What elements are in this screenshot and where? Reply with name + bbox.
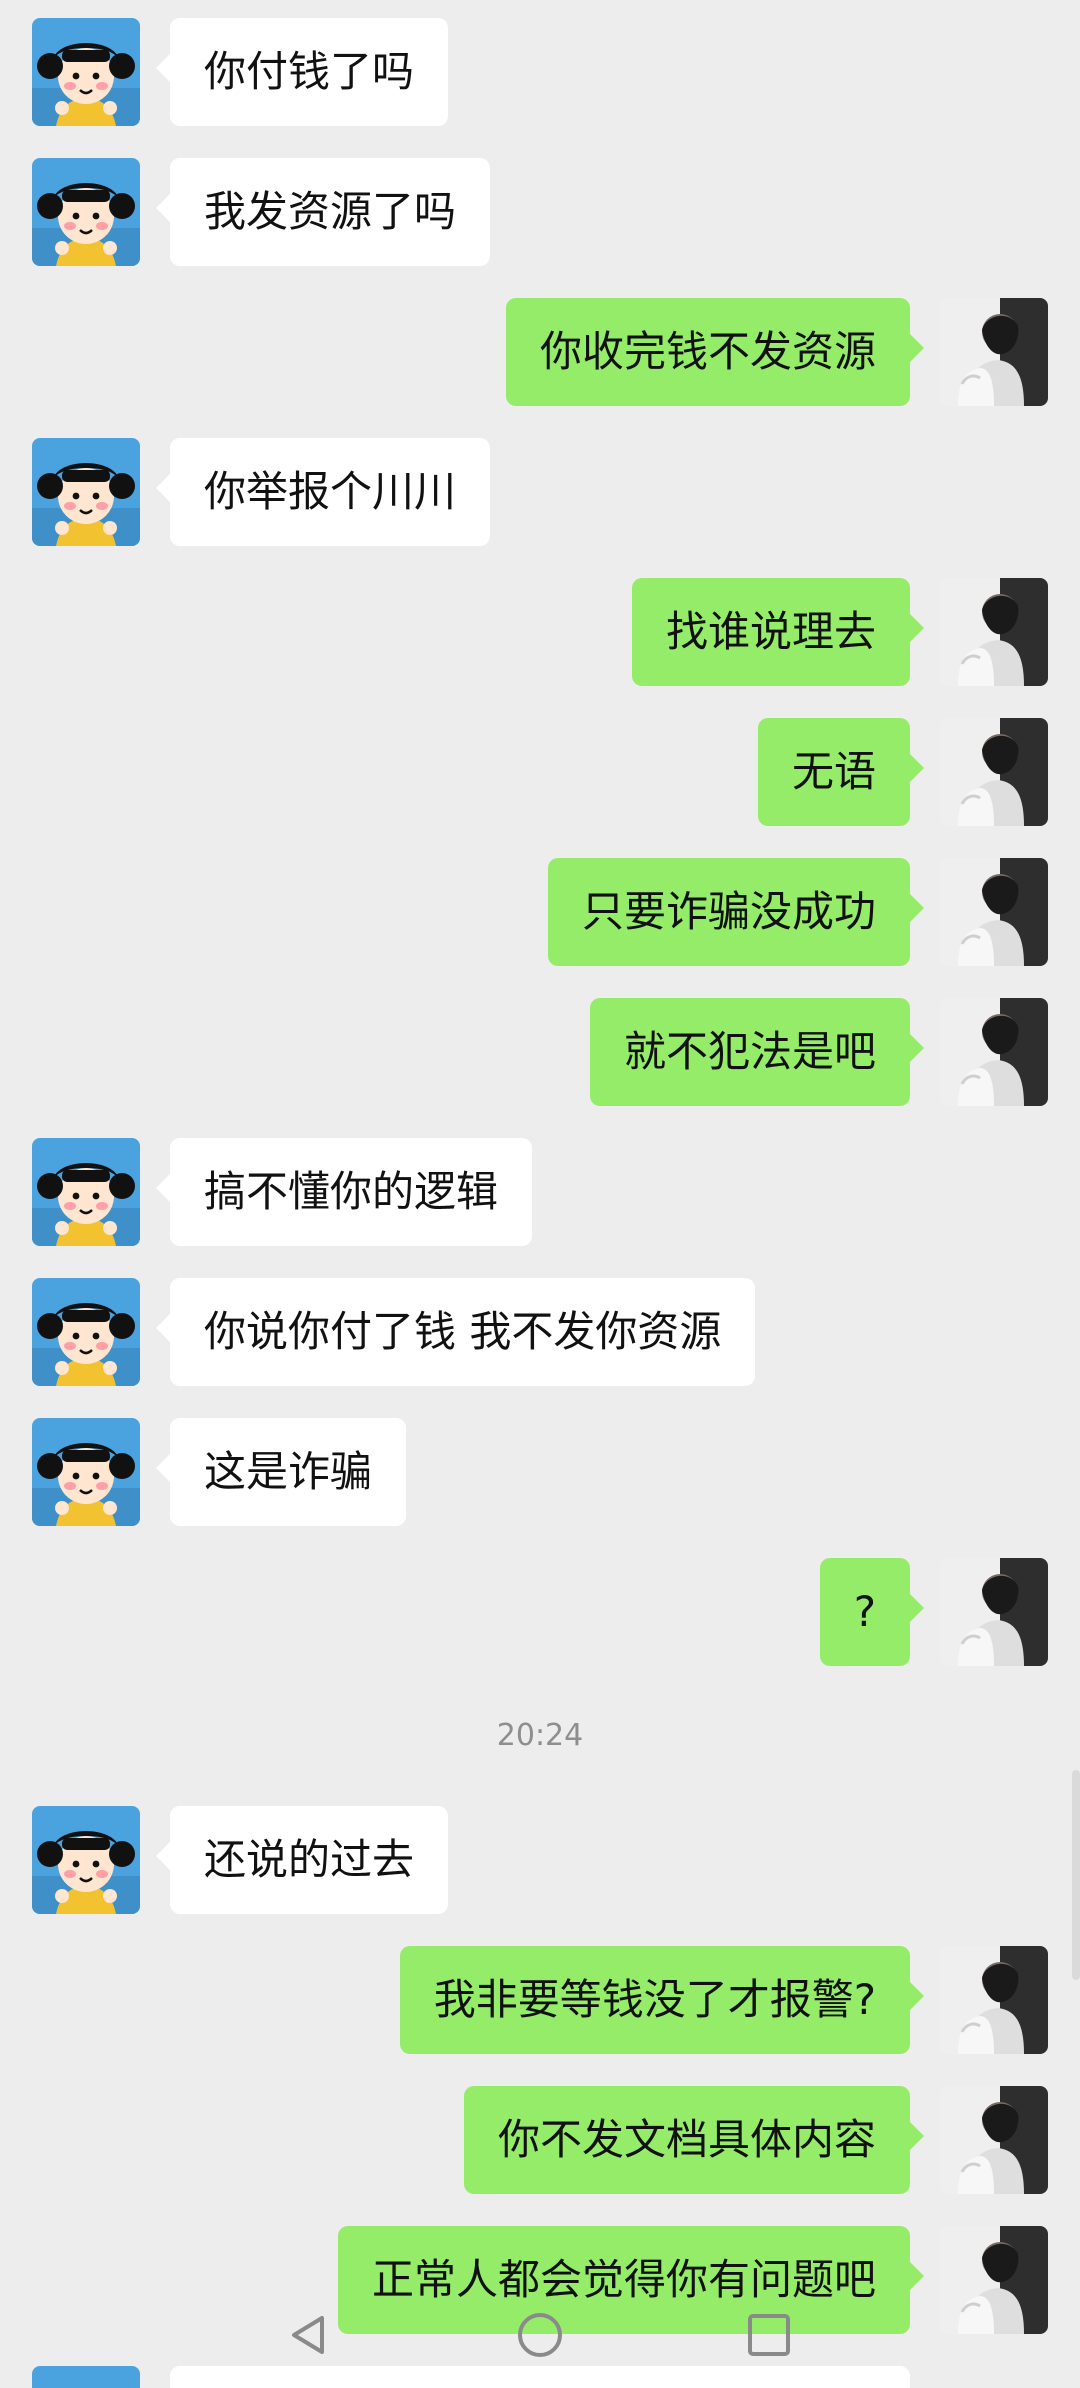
cartoon-girl-avatar-icon [32, 2366, 140, 2388]
message-row-outgoing: 你不发文档具体内容 [0, 2086, 1080, 2194]
message-bubble-incoming[interactable]: 你举报个川川 [155, 438, 491, 546]
message-bubble-incoming[interactable]: 你付钱了吗 [155, 18, 449, 126]
self-avatar[interactable] [940, 998, 1048, 1106]
cartoon-girl-avatar-icon [32, 18, 140, 126]
message-row-outgoing: 只要诈骗没成功 [0, 858, 1080, 966]
self-avatar[interactable] [940, 2226, 1048, 2334]
chat-area[interactable]: 你付钱了吗 我发资源了吗 你收完钱不发资源 你举报个川川 找谁说理去 无语 只要… [0, 0, 1080, 2388]
contact-avatar[interactable] [32, 18, 140, 126]
message-bubble-incoming[interactable]: 我发资源了吗 [155, 158, 491, 266]
message-row-incoming: 我发资源了吗 [0, 158, 1080, 266]
message-bubble-outgoing[interactable]: 找谁说理去 [631, 578, 925, 686]
scrollbar[interactable] [1072, 1770, 1080, 1980]
circle-home-icon [505, 2300, 575, 2370]
message-bubble-incoming[interactable]: 你说你付了钱 我不发你资源 [155, 1278, 756, 1386]
profile-photo-avatar-icon [940, 998, 1048, 1106]
self-avatar[interactable] [940, 858, 1048, 966]
contact-avatar[interactable] [32, 158, 140, 266]
self-avatar[interactable] [940, 298, 1048, 406]
message-row-outgoing: 无语 [0, 718, 1080, 826]
profile-photo-avatar-icon [940, 2086, 1048, 2194]
message-bubble-outgoing[interactable]: 正常人都会觉得你有问题吧 [337, 2226, 925, 2334]
cartoon-girl-avatar-icon [32, 1806, 140, 1914]
profile-photo-avatar-icon [940, 858, 1048, 966]
profile-photo-avatar-icon [940, 1946, 1048, 2054]
message-row-incoming: 你付钱了吗 [0, 18, 1080, 126]
contact-avatar[interactable] [32, 1806, 140, 1914]
profile-photo-avatar-icon [940, 1558, 1048, 1666]
contact-avatar[interactable] [32, 2366, 140, 2388]
message-row-incoming: 你举报个川川 [0, 438, 1080, 546]
contact-avatar[interactable] [32, 1418, 140, 1526]
profile-photo-avatar-icon [940, 2226, 1048, 2334]
cartoon-girl-avatar-icon [32, 1418, 140, 1526]
message-bubble-outgoing[interactable]: ? [819, 1558, 925, 1666]
message-row-incoming: 这是诈骗 [0, 1418, 1080, 1526]
profile-photo-avatar-icon [940, 298, 1048, 406]
cartoon-girl-avatar-icon [32, 158, 140, 266]
cartoon-girl-avatar-icon [32, 1278, 140, 1386]
nav-home-button[interactable] [505, 2300, 575, 2370]
cartoon-girl-avatar-icon [32, 1138, 140, 1246]
message-row-outgoing: 就不犯法是吧 [0, 998, 1080, 1106]
message-bubble-incoming[interactable]: 搞不懂你的逻辑 [155, 1138, 533, 1246]
message-bubble-incoming[interactable]: 这是诈骗 [155, 1418, 407, 1526]
message-row-outgoing: 你收完钱不发资源 [0, 298, 1080, 406]
self-avatar[interactable] [940, 1558, 1048, 1666]
triangle-back-icon [272, 2300, 342, 2370]
profile-photo-avatar-icon [940, 578, 1048, 686]
message-bubble-outgoing[interactable]: 无语 [757, 718, 925, 826]
message-bubble-outgoing[interactable]: 就不犯法是吧 [589, 998, 925, 1106]
contact-avatar[interactable] [32, 438, 140, 546]
message-row-incoming: 你说你付了钱 我不发你资源 [0, 1278, 1080, 1386]
message-timestamp: 20:24 [496, 1718, 584, 1753]
profile-photo-avatar-icon [940, 718, 1048, 826]
self-avatar[interactable] [940, 2086, 1048, 2194]
contact-avatar[interactable] [32, 1278, 140, 1386]
square-recent-icon [734, 2300, 804, 2370]
message-bubble-outgoing[interactable]: 只要诈骗没成功 [547, 858, 925, 966]
self-avatar[interactable] [940, 718, 1048, 826]
message-row-outgoing: ? [0, 1558, 1080, 1666]
message-row-incoming: 还说的过去 [0, 1806, 1080, 1914]
message-row-outgoing: 找谁说理去 [0, 578, 1080, 686]
cartoon-girl-avatar-icon [32, 438, 140, 546]
message-row-outgoing: 我非要等钱没了才报警? [0, 1946, 1080, 2054]
message-bubble-outgoing[interactable]: 你不发文档具体内容 [463, 2086, 925, 2194]
nav-recent-apps-button[interactable] [734, 2300, 804, 2370]
message-bubble-outgoing[interactable]: 我非要等钱没了才报警? [399, 1946, 925, 2054]
contact-avatar[interactable] [32, 1138, 140, 1246]
message-bubble-outgoing[interactable]: 你收完钱不发资源 [505, 298, 925, 406]
message-row-incoming: 搞不懂你的逻辑 [0, 1138, 1080, 1246]
message-bubble-incoming[interactable]: 还说的过去 [155, 1806, 449, 1914]
self-avatar[interactable] [940, 1946, 1048, 2054]
self-avatar[interactable] [940, 578, 1048, 686]
nav-back-button[interactable] [272, 2300, 342, 2370]
